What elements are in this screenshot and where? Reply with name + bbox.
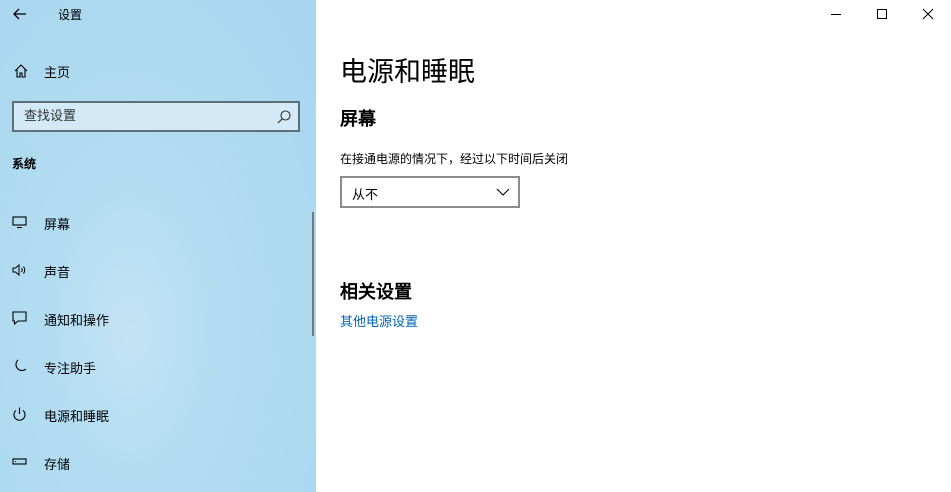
sidebar-item-label: 电源和睡眠 [44,410,110,425]
app-title: 设置 [58,8,83,22]
page-title: 电源和睡眠 [340,57,475,88]
search-input[interactable] [14,103,264,130]
window-controls [813,0,951,28]
sidebar-item-label: 存储 [44,458,71,473]
sidebar-item-notifications[interactable]: 通知和操作 [0,300,312,336]
related-settings-title: 相关设置 [340,282,412,303]
close-button[interactable] [905,0,951,28]
storage-icon [12,458,27,465]
sidebar-item-power-sleep[interactable]: 电源和睡眠 [0,396,312,432]
search-box[interactable] [12,101,300,132]
minimize-button[interactable] [813,0,859,28]
sidebar: 设置 主页 系统 屏幕 声音 通知和操作 [0,0,316,492]
sidebar-item-display[interactable]: 屏幕 [0,204,312,240]
speaker-icon [12,263,26,277]
home-icon [14,64,28,78]
back-button[interactable] [10,4,30,24]
screen-section-title: 屏幕 [340,109,376,130]
sidebar-item-sound[interactable]: 声音 [0,252,312,288]
sidebar-item-focus-assist[interactable]: 专注助手 [0,348,312,384]
section-title: 系统 [12,157,37,171]
close-icon [922,8,934,20]
screen-timeout-dropdown[interactable]: 从不 [340,176,520,208]
maximize-button[interactable] [859,0,905,28]
main-content: 电源和睡眠 屏幕 在接通电源的情况下，经过以下时间后关闭 从不 相关设置 其他电… [316,0,951,492]
sidebar-scrollbar[interactable] [312,212,314,336]
minimize-icon [831,14,841,15]
back-arrow-icon [13,8,26,20]
sidebar-item-home[interactable]: 主页 [0,55,316,85]
display-icon [12,216,27,229]
dropdown-value: 从不 [352,188,379,203]
sidebar-item-label: 通知和操作 [44,314,110,329]
title-bar: 设置 [0,0,316,28]
moon-icon [15,359,27,372]
additional-power-settings-link[interactable]: 其他电源设置 [340,311,418,330]
power-icon [13,407,26,421]
search-icon[interactable] [276,109,292,125]
chevron-down-icon [496,188,510,196]
sidebar-item-label: 屏幕 [44,218,71,233]
sidebar-item-label: 专注助手 [44,362,97,377]
screen-timeout-label: 在接通电源的情况下，经过以下时间后关闭 [340,152,569,166]
sidebar-item-label: 主页 [44,66,71,81]
sidebar-item-storage[interactable]: 存储 [0,444,312,480]
notification-icon [12,311,27,326]
maximize-icon [877,9,887,19]
sidebar-item-label: 声音 [44,266,71,281]
